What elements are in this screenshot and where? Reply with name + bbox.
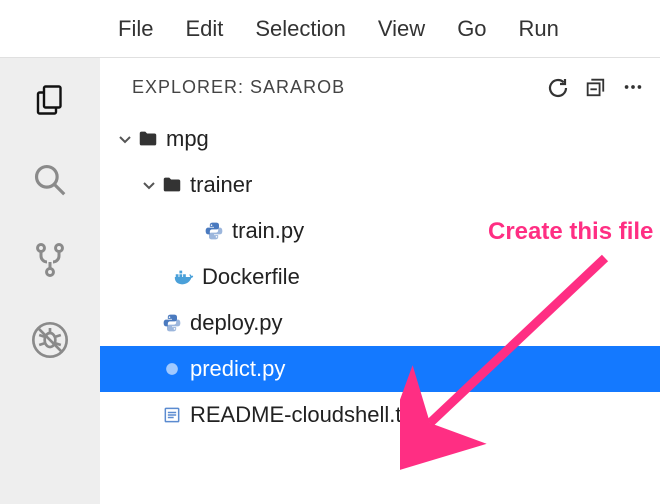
- tree-label: Dockerfile: [202, 264, 300, 290]
- menu-go[interactable]: Go: [457, 16, 486, 42]
- files-icon[interactable]: [30, 80, 70, 120]
- source-control-icon[interactable]: [30, 240, 70, 280]
- menubar: File Edit Selection View Go Run: [0, 0, 660, 58]
- folder-icon: [158, 174, 186, 196]
- more-icon[interactable]: [622, 76, 644, 98]
- tree-label: predict.py: [190, 356, 285, 382]
- tree-file-predict[interactable]: predict.py: [100, 346, 660, 392]
- tree-file-readme[interactable]: README-cloudshell.txt: [100, 392, 660, 438]
- python-icon: [158, 359, 186, 379]
- refresh-icon[interactable]: [546, 76, 568, 98]
- explorer-panel: EXPLORER: SARAROB: [100, 58, 660, 504]
- tree-file-dockerfile[interactable]: Dockerfile: [100, 254, 660, 300]
- file-tree: mpg trainer train.py: [100, 110, 660, 438]
- tree-file-deploy[interactable]: deploy.py: [100, 300, 660, 346]
- chevron-down-icon: [116, 131, 134, 147]
- text-file-icon: [158, 405, 186, 425]
- menu-selection[interactable]: Selection: [255, 16, 346, 42]
- tree-folder-mpg[interactable]: mpg: [100, 116, 660, 162]
- menu-file[interactable]: File: [118, 16, 153, 42]
- folder-icon: [134, 128, 162, 150]
- tree-label: mpg: [166, 126, 209, 152]
- search-icon[interactable]: [30, 160, 70, 200]
- tree-label: deploy.py: [190, 310, 283, 336]
- tree-folder-trainer[interactable]: trainer: [100, 162, 660, 208]
- activity-bar: [0, 58, 100, 504]
- explorer-title: EXPLORER: SARAROB: [132, 77, 345, 98]
- explorer-actions: [546, 76, 644, 98]
- tree-label: trainer: [190, 172, 252, 198]
- menu-edit[interactable]: Edit: [185, 16, 223, 42]
- tree-label: train.py: [232, 218, 304, 244]
- menu-run[interactable]: Run: [519, 16, 559, 42]
- tree-file-train[interactable]: train.py: [100, 208, 660, 254]
- docker-icon: [170, 266, 198, 288]
- tree-label: README-cloudshell.txt: [190, 402, 419, 428]
- chevron-down-icon: [140, 177, 158, 193]
- collapse-all-icon[interactable]: [584, 76, 606, 98]
- python-icon: [158, 313, 186, 333]
- python-icon: [200, 221, 228, 241]
- menu-view[interactable]: View: [378, 16, 425, 42]
- debug-disabled-icon[interactable]: [30, 320, 70, 360]
